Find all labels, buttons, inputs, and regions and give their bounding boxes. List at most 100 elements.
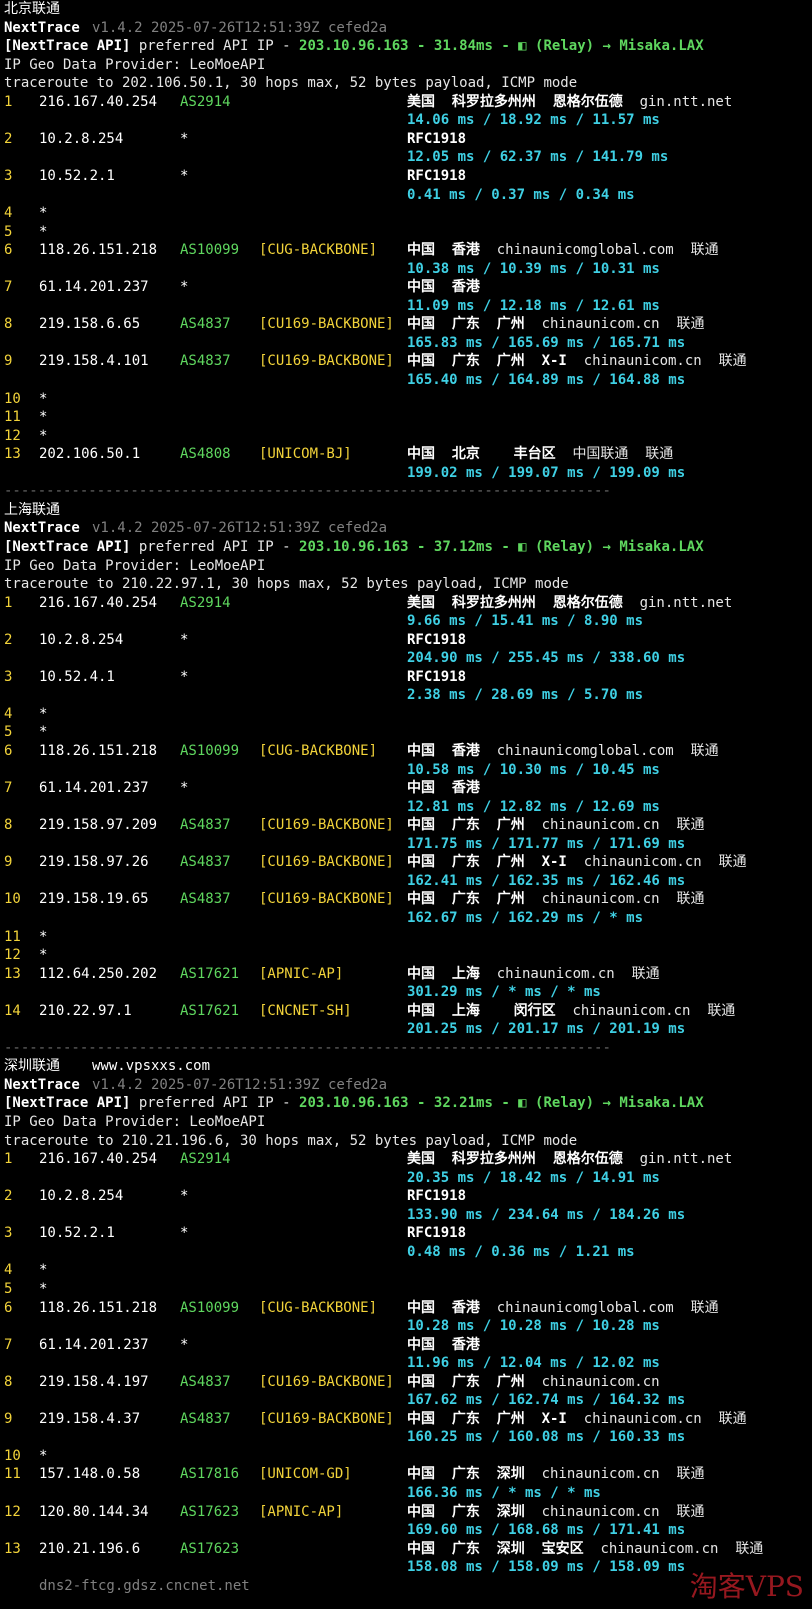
hop-latency-row: 11.09 ms / 12.18 ms / 12.61 ms bbox=[4, 297, 812, 316]
hop-row: 2 10.2.8.254 * RFC1918 bbox=[4, 631, 812, 650]
hop-asn: AS17621 bbox=[180, 1002, 240, 1019]
hop-latency: 169.60 ms / 168.68 ms / 171.41 ms bbox=[407, 1522, 686, 1539]
hop-row: 6 118.26.151.218 AS10099 [CUG-BACKBONE] 中国 香… bbox=[4, 241, 812, 260]
hop-latency: 12.05 ms / 62.37 ms / 141.79 ms bbox=[407, 149, 669, 166]
hop-row: 11 * bbox=[4, 408, 812, 427]
hop-geo-location: 中国 广东 广州 bbox=[407, 817, 525, 834]
hop-tag: [CU169-BACKBONE] bbox=[259, 891, 394, 908]
hop-row: 4 * bbox=[4, 705, 812, 724]
hop-latency-row: 162.41 ms / 162.35 ms / 162.46 ms bbox=[4, 872, 812, 891]
hop-ip: 10.52.2.1 bbox=[39, 167, 115, 184]
hop-hostname: chinaunicom.cn bbox=[583, 1410, 702, 1427]
hop-geo-location: 中国 广东 广州 bbox=[407, 1373, 525, 1390]
hop-row: 8 219.158.97.209 AS4837 [CU169-BACKBONE] 中国 … bbox=[4, 816, 812, 835]
api-prefix: [NextTrace API] bbox=[4, 538, 131, 555]
hop-row: 13 202.106.50.1 AS4808 [UNICOM-BJ] 中国 北京 丰台区… bbox=[4, 445, 812, 464]
provider-line: IP Geo Data Provider: LeoMoeAPI bbox=[4, 557, 812, 576]
hop-row: 1 216.167.40.254 AS2914 美国 科罗拉多州州 恩格尔伍德 gin… bbox=[4, 594, 812, 613]
hop-latency: 10.38 ms / 10.39 ms / 10.31 ms bbox=[407, 260, 660, 277]
hop-geo: 中国 广东 深圳 chinaunicom.cn 联通 bbox=[407, 1465, 704, 1484]
hop-latency-row: 0.41 ms / 0.37 ms / 0.34 ms bbox=[4, 186, 812, 205]
hop-tag: [CU169-BACKBONE] bbox=[259, 1373, 394, 1390]
app-version-line: NextTrace v1.4.2 2025-07-26T12:51:39Z cef… bbox=[4, 19, 812, 38]
hop-row: 7 61.14.201.237 * 中国 香港 bbox=[4, 1336, 812, 1355]
hop-asn: * bbox=[180, 1336, 189, 1353]
hop-latency: 20.35 ms / 18.42 ms / 14.91 ms bbox=[407, 1169, 660, 1186]
hop-latency: 0.41 ms / 0.37 ms / 0.34 ms bbox=[407, 186, 635, 203]
hop-geo: 中国 广东 广州 chinaunicom.cn 联通 bbox=[407, 315, 704, 334]
hop-number: 1 bbox=[4, 93, 13, 110]
hop-ip: * bbox=[39, 724, 48, 741]
hop-latency: 167.62 ms / 162.74 ms / 164.32 ms bbox=[407, 1392, 686, 1409]
hop-geo: 中国 广东 广州 X-I chinaunicom.cn 联通 bbox=[407, 352, 747, 371]
api-ip: 203.10.96.163 bbox=[299, 538, 409, 555]
hop-number: 3 bbox=[4, 1225, 13, 1242]
hop-asn: AS10099 bbox=[180, 1299, 240, 1316]
hop-ip: * bbox=[39, 427, 48, 444]
hop-ip: * bbox=[39, 947, 48, 964]
hop-tag: [APNIC-AP] bbox=[259, 965, 344, 982]
hop-number: 12 bbox=[4, 947, 21, 964]
hop-hostname: gin.ntt.net bbox=[639, 93, 733, 110]
hop-ip: 10.2.8.254 bbox=[39, 631, 124, 648]
hop-latency: 11.96 ms / 12.04 ms / 12.02 ms bbox=[407, 1355, 660, 1372]
hop-isp: 联通 bbox=[676, 817, 705, 834]
hop-geo: RFC1918 bbox=[407, 130, 466, 149]
hop-number: 8 bbox=[4, 817, 13, 834]
hop-asn: AS4837 bbox=[180, 353, 231, 370]
hop-latency-row: 160.25 ms / 160.08 ms / 160.33 ms bbox=[4, 1428, 812, 1447]
hop-row: 6 118.26.151.218 AS10099 [CUG-BACKBONE] 中国 香… bbox=[4, 742, 812, 761]
api-relay: (Relay) → Misaka.LAX bbox=[535, 1095, 704, 1112]
api-line-content: [NextTrace API] preferred API IP - 203.1… bbox=[4, 38, 704, 54]
hop-asn: * bbox=[180, 668, 189, 685]
hop-ip: * bbox=[39, 705, 48, 722]
hop-ip: * bbox=[39, 390, 48, 407]
hop-latency-row: 10.38 ms / 10.39 ms / 10.31 ms bbox=[4, 260, 812, 279]
section-separator: ----------------------------------------… bbox=[4, 482, 812, 501]
hop-tag: [CU169-BACKBONE] bbox=[259, 1410, 394, 1427]
hop-latency-row: 165.83 ms / 165.69 ms / 165.71 ms bbox=[4, 334, 812, 353]
api-relay: (Relay) → Misaka.LAX bbox=[535, 538, 704, 555]
hop-tag: [CNCNET-SH] bbox=[259, 1002, 352, 1019]
hop-hostname: chinaunicom.cn bbox=[541, 1503, 660, 1520]
hop-row: 6 118.26.151.218 AS10099 [CUG-BACKBONE] 中国 香… bbox=[4, 1299, 812, 1318]
hop-number: 3 bbox=[4, 668, 13, 685]
hop-row: 3 10.52.2.1 * RFC1918 bbox=[4, 1224, 812, 1243]
hop-asn: AS4837 bbox=[180, 891, 231, 908]
hop-asn: AS4837 bbox=[180, 817, 231, 834]
hop-latency: 14.06 ms / 18.92 ms / 11.57 ms bbox=[407, 112, 660, 129]
hop-geo: 中国 广东 广州 chinaunicom.cn 联通 bbox=[407, 890, 704, 909]
hop-latency-row: 14.06 ms / 18.92 ms / 11.57 ms bbox=[4, 111, 812, 130]
api-line: [NextTrace API] preferred API IP - 203.1… bbox=[4, 538, 812, 557]
hop-geo-location: RFC1918 bbox=[407, 668, 467, 685]
hop-isp: 联通 bbox=[707, 1002, 736, 1019]
hop-geo: RFC1918 bbox=[407, 167, 466, 186]
hop-number: 9 bbox=[4, 1410, 13, 1427]
hop-number: 4 bbox=[4, 705, 13, 722]
hop-row: 2 10.2.8.254 * RFC1918 bbox=[4, 1187, 812, 1206]
hop-latency: 162.67 ms / 162.29 ms / * ms bbox=[407, 909, 644, 926]
hop-geo-location: 中国 广东 广州 X-I bbox=[407, 353, 567, 370]
hop-number: 8 bbox=[4, 1373, 13, 1390]
app-name: NextTrace bbox=[4, 1076, 80, 1093]
hop-latency: 11.09 ms / 12.18 ms / 12.61 ms bbox=[407, 297, 660, 314]
hop-row: 9 219.158.97.26 AS4837 [CU169-BACKBONE] 中国 广… bbox=[4, 853, 812, 872]
hop-row: 10 * bbox=[4, 390, 812, 409]
api-ip: 203.10.96.163 bbox=[299, 38, 409, 55]
hop-geo: RFC1918 bbox=[407, 1224, 466, 1243]
hop-ip: 118.26.151.218 bbox=[39, 1299, 158, 1316]
hop-hostname: gin.ntt.net bbox=[639, 1151, 733, 1168]
hop-ip: 118.26.151.218 bbox=[39, 743, 158, 759]
hop-latency: 171.75 ms / 171.77 ms / 171.69 ms bbox=[407, 835, 686, 852]
hop-geo-location: 中国 香港 bbox=[407, 242, 480, 259]
hop-asn: * bbox=[180, 167, 189, 184]
